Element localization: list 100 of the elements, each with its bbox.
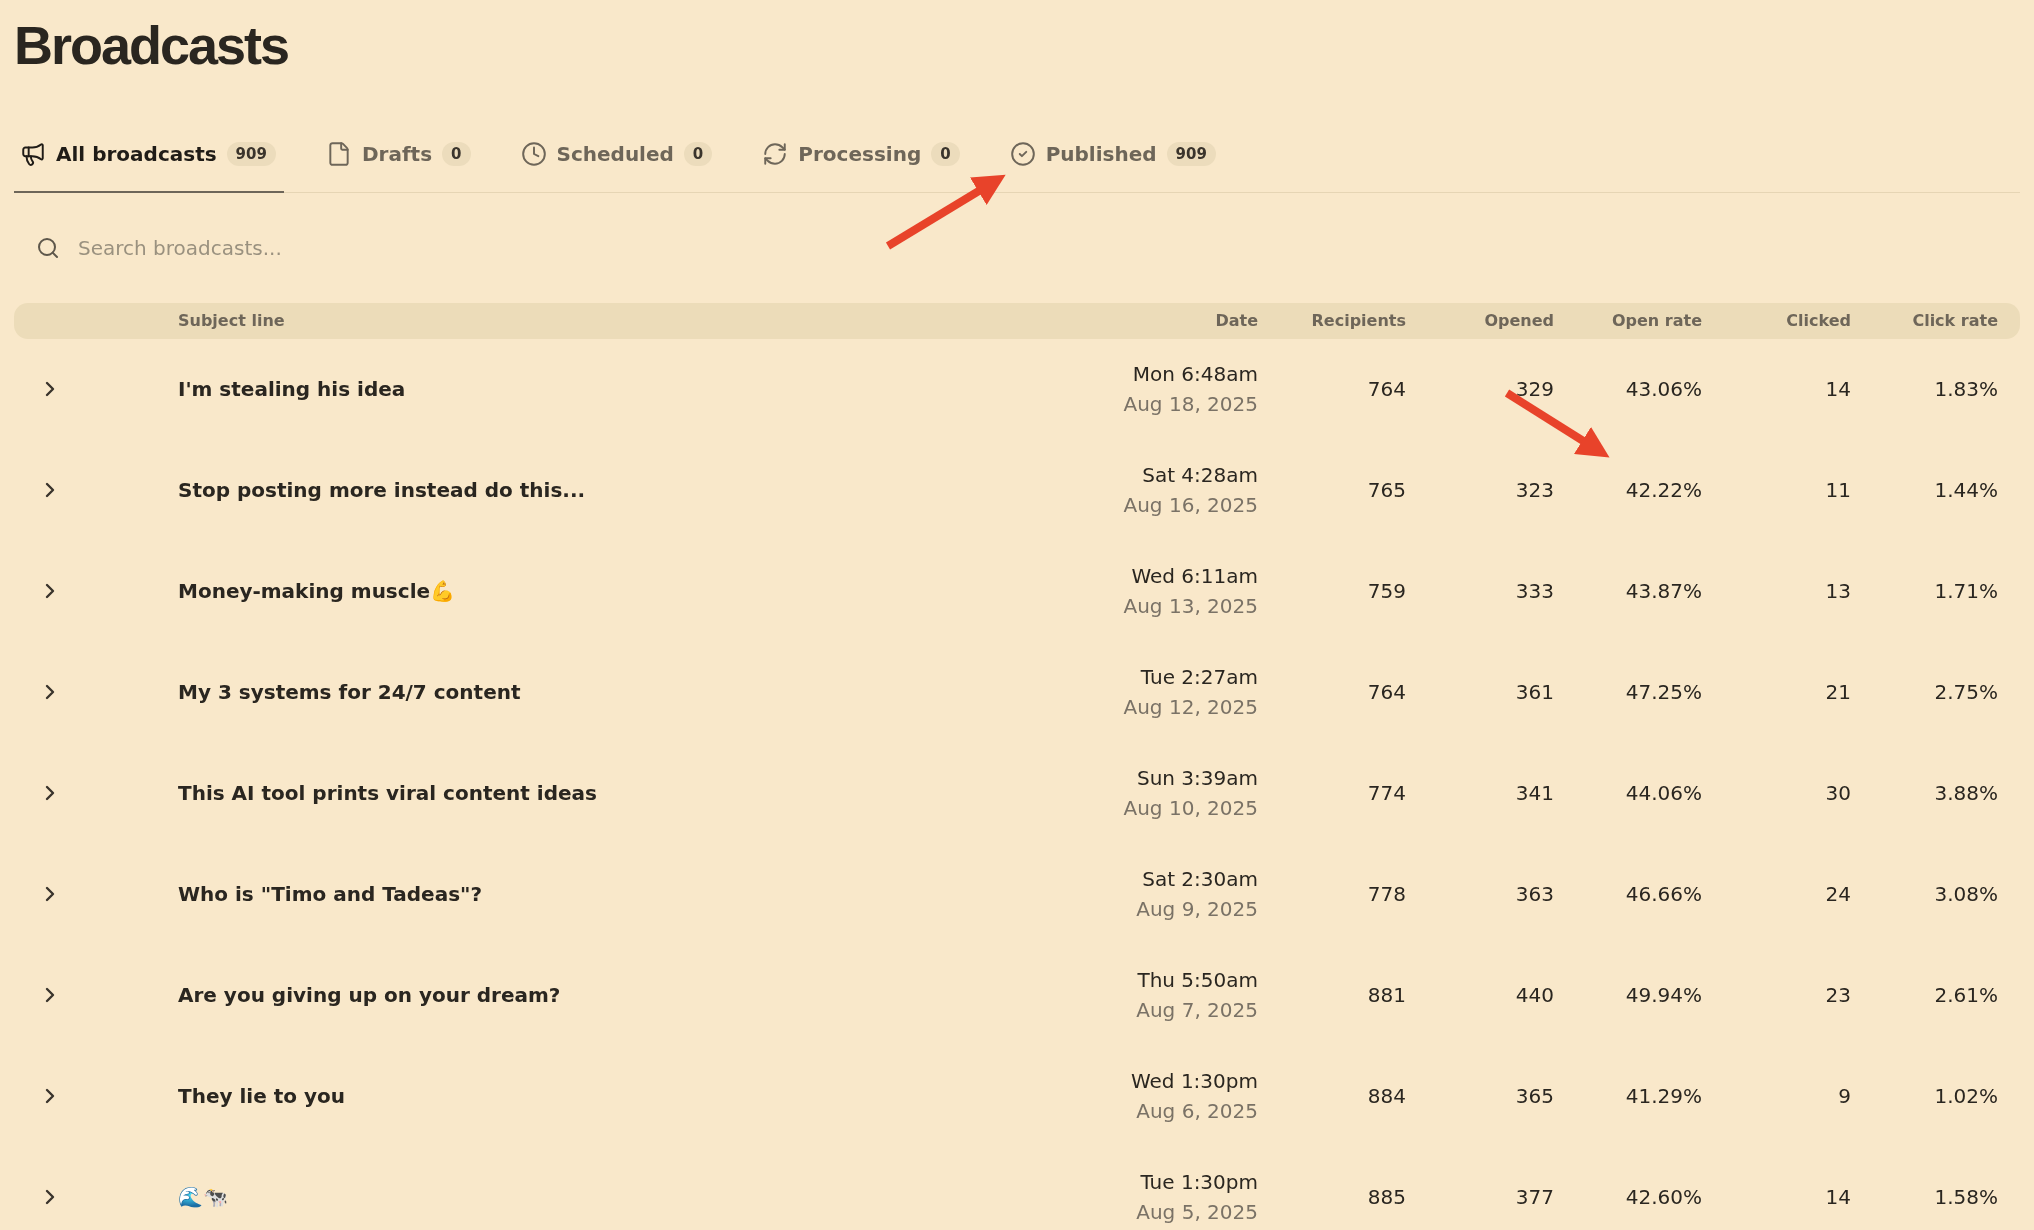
table-cell-text: 9 xyxy=(1837,1084,1851,1108)
subject-cell[interactable]: Money-making muscle💪 xyxy=(178,579,1058,603)
page-title: Broadcasts xyxy=(14,14,290,77)
table-cell-text: 3.08% xyxy=(1933,882,1998,906)
date-cell: Aug 7, 2025 xyxy=(1136,998,1258,1022)
search-field[interactable]: Search broadcasts... xyxy=(76,234,680,261)
table-cell-text: 21 xyxy=(1824,680,1851,704)
table-cell-text: 3.88% xyxy=(1933,781,1998,805)
table-cell-text: 43.06% xyxy=(1624,377,1702,401)
table-cell-text: 764 xyxy=(1366,377,1406,401)
table-cell-text: 774 xyxy=(1366,781,1406,805)
count-badge: 909 xyxy=(226,141,276,166)
date-cell: Aug 13, 2025 xyxy=(1123,594,1258,618)
table-cell-text: 884 xyxy=(1366,1084,1406,1108)
count-badge: 0 xyxy=(683,141,713,166)
time-cell: Sat 2:30am xyxy=(1142,867,1258,891)
table-cell-text: 759 xyxy=(1366,579,1406,603)
table-cell-text: 1.71% xyxy=(1933,579,1998,603)
refresh-icon xyxy=(762,140,789,167)
subject-cell[interactable]: I'm stealing his idea xyxy=(178,377,1058,401)
table-cell-text: 1.83% xyxy=(1933,377,1998,401)
table-cell-text: 46.66% xyxy=(1624,882,1702,906)
table-cell-text: 765 xyxy=(1366,478,1406,502)
column-header[interactable]: Recipients xyxy=(1258,311,1406,330)
tab[interactable]: Scheduled 0 xyxy=(514,116,721,193)
clock-icon xyxy=(520,140,547,167)
tab-label: Published xyxy=(1045,141,1157,166)
time-cell: Tue 2:27am xyxy=(1140,665,1258,689)
table-cell-text: 329 xyxy=(1514,377,1554,401)
table-cell-text: 881 xyxy=(1366,983,1406,1007)
date-cell: Aug 16, 2025 xyxy=(1123,493,1258,517)
subject-cell[interactable]: This AI tool prints viral content ideas xyxy=(178,781,1058,805)
search-icon xyxy=(36,235,60,260)
tab[interactable]: All broadcasts 909 xyxy=(14,116,284,193)
subject-cell[interactable]: 🌊🐄 xyxy=(178,1185,1058,1209)
time-cell: Wed 6:11am xyxy=(1131,564,1258,588)
time-cell: Wed 1:30pm xyxy=(1130,1069,1258,1093)
table-cell-text: 1.02% xyxy=(1933,1084,1998,1108)
table-cell-text: 13 xyxy=(1824,579,1851,603)
tab-label: All broadcasts xyxy=(56,141,217,166)
subject-cell[interactable]: Stop posting more instead do this... xyxy=(178,478,1058,502)
tab-label: Drafts xyxy=(361,141,433,166)
date-cell: Aug 18, 2025 xyxy=(1123,392,1258,416)
column-header[interactable]: Subject line xyxy=(178,311,1058,330)
date-cell: Aug 12, 2025 xyxy=(1123,695,1258,719)
megaphone-icon xyxy=(20,140,46,167)
time-cell: Tue 1:30pm xyxy=(1140,1170,1258,1194)
tab[interactable]: Drafts 0 xyxy=(319,116,479,193)
table-cell-text: 365 xyxy=(1514,1084,1554,1108)
table-cell-text: 2.75% xyxy=(1933,680,1998,704)
table-cell-text: 42.60% xyxy=(1624,1185,1702,1209)
subject-cell[interactable]: They lie to you xyxy=(178,1084,1058,1108)
time-cell: Sun 3:39am xyxy=(1136,766,1258,790)
table-cell-text: 42.22% xyxy=(1624,478,1702,502)
tab[interactable]: Published 909 xyxy=(1003,116,1224,193)
table-cell-text: 14 xyxy=(1824,1185,1851,1209)
date-cell: Aug 10, 2025 xyxy=(1123,796,1258,820)
table-cell-text: 440 xyxy=(1514,983,1554,1007)
table-cell-text: 24 xyxy=(1824,882,1851,906)
table-cell-text: 1.58% xyxy=(1933,1185,1998,1209)
table-cell-text: 341 xyxy=(1514,781,1554,805)
check-circle-icon xyxy=(1009,140,1036,167)
time-cell: Sat 4:28am xyxy=(1142,463,1258,487)
table-cell-text: 885 xyxy=(1366,1185,1406,1209)
subject-cell[interactable]: Are you giving up on your dream? xyxy=(178,983,1058,1007)
subject-cell[interactable]: My 3 systems for 24/7 content xyxy=(178,680,1058,704)
table-cell-text: 23 xyxy=(1824,983,1851,1007)
column-header[interactable]: Open rate xyxy=(1554,311,1702,330)
table-cell-text: 2.61% xyxy=(1933,983,1998,1007)
column-header[interactable]: Opened xyxy=(1406,311,1554,330)
subject-cell[interactable]: Who is "Timo and Tadeas"? xyxy=(178,882,1058,906)
table-cell-text: 41.29% xyxy=(1624,1084,1702,1108)
table-cell-text: 14 xyxy=(1824,377,1851,401)
table-cell-text: 44.06% xyxy=(1624,781,1702,805)
time-cell: Thu 5:50am xyxy=(1137,968,1258,992)
table-cell-text: 30 xyxy=(1824,781,1851,805)
column-header[interactable]: Click rate xyxy=(1851,311,1998,330)
table-cell-text: 11 xyxy=(1824,478,1851,502)
table-cell-text: 361 xyxy=(1514,680,1554,704)
table-cell-text: 49.94% xyxy=(1624,983,1702,1007)
date-cell: Aug 6, 2025 xyxy=(1136,1099,1258,1123)
table-cell-text: 377 xyxy=(1514,1185,1554,1209)
column-header[interactable]: Clicked xyxy=(1702,311,1851,330)
column-header[interactable]: Date xyxy=(1058,311,1258,330)
count-badge: 0 xyxy=(442,141,471,166)
tab-label: Processing xyxy=(798,141,922,166)
table-cell-text: 764 xyxy=(1366,680,1406,704)
tab[interactable]: Processing 0 xyxy=(756,116,968,193)
count-badge: 909 xyxy=(1166,141,1216,166)
table-cell-text: 47.25% xyxy=(1624,680,1702,704)
count-badge: 0 xyxy=(931,141,960,166)
table-cell-text: 333 xyxy=(1514,579,1554,603)
table-cell-text: 778 xyxy=(1366,882,1406,906)
table-cell-text: 43.87% xyxy=(1624,579,1702,603)
tab-label: Scheduled xyxy=(556,141,674,166)
table-cell-text: 1.44% xyxy=(1933,478,1998,502)
table-cell-text: 323 xyxy=(1514,478,1554,502)
time-cell: Mon 6:48am xyxy=(1132,362,1258,386)
table-cell-text: 363 xyxy=(1514,882,1554,906)
date-cell: Aug 5, 2025 xyxy=(1136,1200,1258,1224)
